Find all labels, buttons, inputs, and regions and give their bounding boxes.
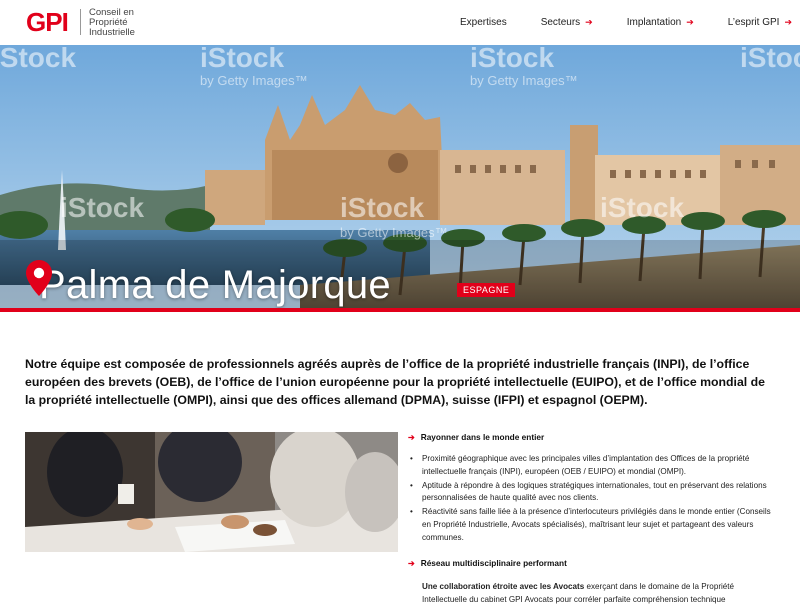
nav-item-expertises[interactable]: Expertises — [460, 17, 507, 28]
logo-divider — [80, 9, 81, 35]
nav-item-secteurs[interactable]: Secteurs ➔ — [541, 17, 593, 28]
nav-item-implantation[interactable]: Implantation ➔ — [627, 17, 694, 28]
gpi-logo[interactable]: GPI Conseil en Propriété Industrielle — [26, 7, 135, 38]
watermark: iStock — [600, 192, 685, 223]
bullet-list: Proximité géographique avec les principa… — [408, 453, 776, 544]
paragraph-emphasis: Une collaboration étroite avec les Avoca… — [422, 582, 585, 592]
location-pin-icon — [26, 260, 52, 296]
nav-label: Secteurs — [540, 17, 581, 28]
watermark: iStock — [200, 45, 285, 73]
section-heading-text: Rayonner dans le monde entier — [420, 432, 545, 442]
arrow-right-icon: ➔ — [408, 558, 415, 568]
arrow-right-icon: ➔ — [585, 17, 593, 27]
nav-label: L’esprit GPI — [727, 17, 780, 28]
arrow-right-icon: ➔ — [686, 17, 694, 27]
section-heading: ➔ Rayonner dans le monde entier — [408, 432, 776, 442]
nav-label: Expertises — [460, 17, 507, 28]
list-item: Réactivité sans faille liée à la présenc… — [408, 506, 776, 544]
logo-mark: GPI — [26, 7, 69, 37]
nav-item-esprit-gpi[interactable]: L’esprit GPI ➔ — [728, 17, 792, 28]
nav-label: Implantation — [626, 17, 682, 28]
content-column: ➔ Rayonner dans le monde entier Proximit… — [408, 432, 776, 606]
arrow-right-icon: ➔ — [784, 17, 792, 27]
team-photo — [25, 432, 398, 552]
list-item: Aptitude à répondre à des logiques strat… — [408, 480, 776, 505]
hero-banner: iStock iStock iStock iStock by Getty Ima… — [0, 45, 800, 312]
watermark: iStock — [0, 45, 77, 73]
watermark: iStock — [470, 45, 555, 73]
intro-text: Notre équipe est composée de professionn… — [25, 357, 765, 407]
hero-title-wrap: Palma de Majorque — [26, 260, 391, 310]
hero-accent-bar — [0, 308, 800, 312]
arrow-right-icon: ➔ — [408, 432, 415, 442]
main-nav: Expertises Secteurs ➔ Implantation ➔ L’e… — [426, 0, 792, 45]
page-title: Palma de Majorque — [39, 262, 391, 307]
section-paragraph: Une collaboration étroite avec les Avoca… — [422, 581, 776, 606]
watermark: iStock — [60, 192, 145, 223]
watermark-sub: by Getty Images™ — [470, 73, 578, 88]
list-item: Proximité géographique avec les principa… — [408, 453, 776, 478]
section-heading: ➔ Réseau multidisciplinaire performant — [408, 558, 776, 568]
watermark: iStock — [340, 192, 425, 223]
section-heading-text: Réseau multidisciplinaire performant — [420, 558, 567, 569]
country-badge: ESPAGNE — [457, 283, 516, 297]
watermark-sub: by Getty Images™ — [340, 225, 448, 240]
logo-tagline: Conseil en Propriété Industrielle — [89, 7, 135, 38]
watermark: iStock — [740, 45, 800, 73]
watermark-sub: by Getty Images™ — [200, 73, 308, 88]
site-header: GPI Conseil en Propriété Industrielle Ex… — [0, 0, 800, 45]
